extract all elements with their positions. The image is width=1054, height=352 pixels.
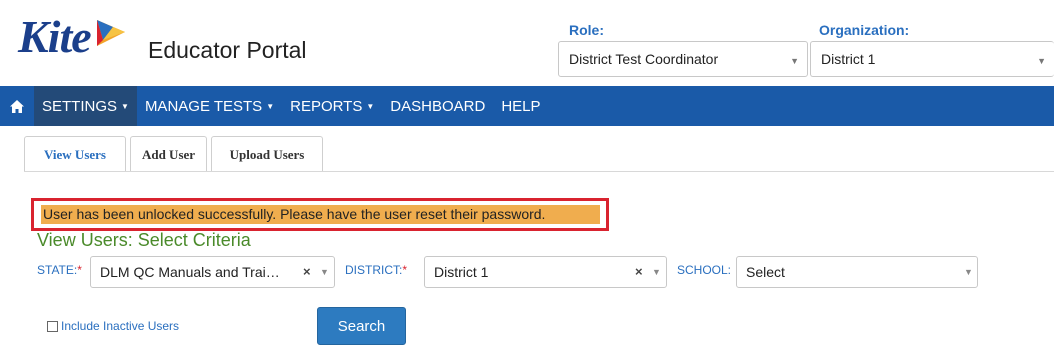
nav-home[interactable] xyxy=(0,86,34,126)
user-tabs: View Users Add User Upload Users xyxy=(24,136,327,172)
chevron-down-icon: ▼ xyxy=(790,56,799,66)
home-icon xyxy=(10,99,24,113)
district-label: DISTRICT:* xyxy=(345,263,408,277)
kite-flag-icon xyxy=(96,20,125,46)
caret-down-icon: ▼ xyxy=(366,101,375,111)
nav-manage-tests[interactable]: MANAGE TESTS ▼ xyxy=(137,86,282,126)
nav-dashboard[interactable]: DASHBOARD xyxy=(382,86,493,126)
logo-text: Kite xyxy=(18,11,92,62)
clear-icon[interactable]: × xyxy=(303,264,311,279)
tab-upload-users[interactable]: Upload Users xyxy=(211,136,323,172)
chevron-down-icon: ▼ xyxy=(320,267,329,277)
header: Kite Educator Portal Role: District Test… xyxy=(0,0,1054,86)
nav-settings[interactable]: SETTINGS ▼ xyxy=(34,86,137,126)
school-value: Select xyxy=(746,264,785,280)
kite-logo: Kite xyxy=(18,14,127,74)
main-nav: SETTINGS ▼ MANAGE TESTS ▼ REPORTS ▼ DASHBOA… xyxy=(0,86,1054,126)
chevron-down-icon: ▼ xyxy=(1037,56,1046,66)
role-value: District Test Coordinator xyxy=(569,51,719,67)
portal-title: Educator Portal xyxy=(148,37,307,63)
district-value: District 1 xyxy=(434,264,489,280)
include-inactive-checkbox[interactable] xyxy=(47,320,58,332)
criteria-title: View Users: Select Criteria xyxy=(37,230,251,250)
school-select[interactable]: Select ▼ xyxy=(736,256,978,288)
chevron-down-icon: ▼ xyxy=(964,267,973,277)
state-label: STATE:* xyxy=(37,263,82,277)
organization-select[interactable]: District 1 ▼ xyxy=(810,41,1054,77)
organization-value: District 1 xyxy=(821,51,876,67)
clear-icon[interactable]: × xyxy=(635,264,643,279)
include-inactive-label: Include Inactive Users xyxy=(61,319,180,333)
role-label: Role: xyxy=(569,22,604,38)
chevron-down-icon: ▼ xyxy=(652,267,661,277)
district-select[interactable]: District 1 × ▼ xyxy=(424,256,667,288)
tab-divider xyxy=(24,171,1054,172)
tab-add-user[interactable]: Add User xyxy=(130,136,207,172)
nav-help[interactable]: HELP xyxy=(493,86,548,126)
caret-down-icon: ▼ xyxy=(121,101,129,111)
nav-reports[interactable]: REPORTS ▼ xyxy=(282,86,382,126)
success-message: User has been unlocked successfully. Ple… xyxy=(31,198,609,231)
role-select[interactable]: District Test Coordinator ▼ xyxy=(558,41,808,77)
search-button[interactable]: Search xyxy=(317,307,406,345)
school-label: SCHOOL: xyxy=(677,263,732,277)
state-select[interactable]: DLM QC Manuals and Trai… × ▼ xyxy=(90,256,335,288)
success-message-text: User has been unlocked successfully. Ple… xyxy=(41,205,600,224)
caret-down-icon: ▼ xyxy=(266,101,275,111)
include-inactive-option[interactable]: Include Inactive Users xyxy=(47,319,179,333)
state-value: DLM QC Manuals and Trai… xyxy=(100,264,280,280)
organization-label: Organization: xyxy=(819,22,910,38)
tab-view-users[interactable]: View Users xyxy=(24,136,126,172)
